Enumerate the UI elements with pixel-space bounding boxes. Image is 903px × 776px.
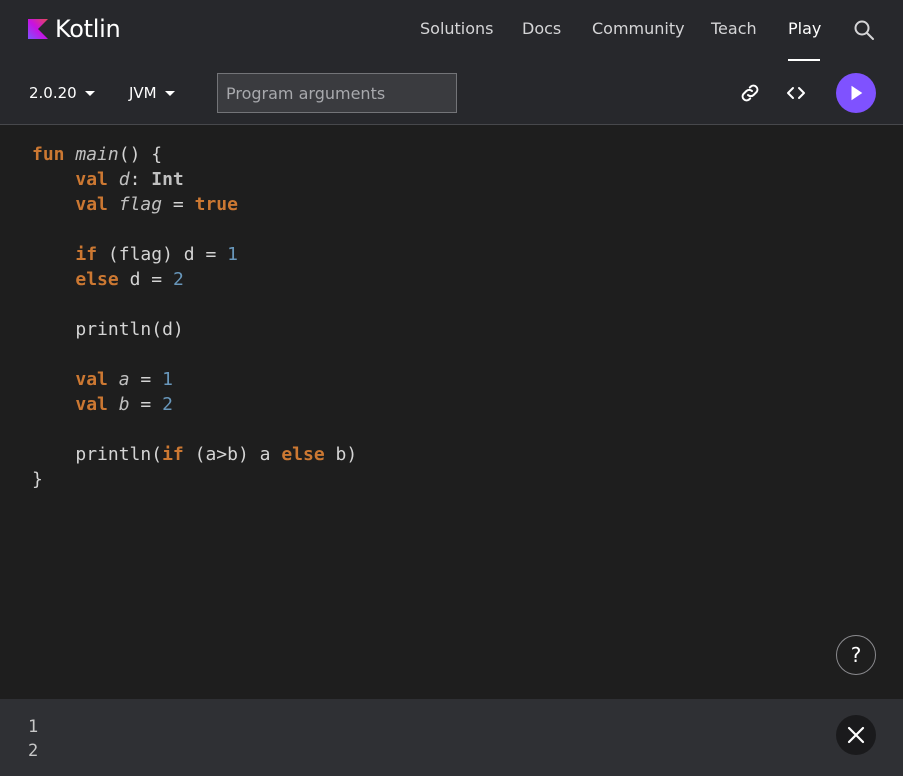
code-line[interactable]: val b = 2: [32, 392, 357, 417]
nav-item-docs[interactable]: Docs: [522, 19, 561, 39]
nav-item-teach[interactable]: Teach: [711, 19, 757, 39]
code-editor[interactable]: fun main() { val d: Int val flag = true …: [0, 126, 903, 699]
run-button[interactable]: [836, 73, 876, 113]
caret-down-icon: [84, 90, 95, 96]
kotlin-logo[interactable]: Kotlin: [28, 14, 121, 44]
output-line: 1: [28, 717, 39, 737]
nav-item-community[interactable]: Community: [592, 19, 685, 39]
code-line[interactable]: val flag = true: [32, 192, 357, 217]
code-line[interactable]: val d: Int: [32, 167, 357, 192]
nav-item-play[interactable]: Play: [788, 19, 821, 39]
output-line: 2: [28, 741, 39, 761]
version-dropdown[interactable]: 2.0.20: [29, 83, 95, 103]
brand-name: Kotlin: [55, 15, 121, 43]
code-line[interactable]: else d = 2: [32, 267, 357, 292]
nav-item-solutions[interactable]: Solutions: [420, 19, 494, 39]
code-line[interactable]: println(d): [32, 317, 357, 342]
help-button[interactable]: ?: [836, 635, 876, 675]
code-line[interactable]: println(if (a>b) a else b): [32, 442, 357, 467]
code-line[interactable]: [32, 217, 357, 242]
target-dropdown[interactable]: JVM: [129, 83, 175, 103]
code-line[interactable]: fun main() {: [32, 142, 357, 167]
program-arguments-input[interactable]: [217, 73, 457, 113]
kotlin-logo-icon: [28, 19, 48, 39]
version-value: 2.0.20: [29, 84, 77, 102]
output-panel: 12: [0, 699, 903, 776]
code-line[interactable]: [32, 342, 357, 367]
close-icon: [847, 726, 865, 744]
caret-down-icon: [164, 90, 175, 96]
playground-toolbar: 2.0.20 JVM: [0, 61, 903, 125]
code-content[interactable]: fun main() { val d: Int val flag = true …: [32, 142, 357, 492]
top-navigation: Kotlin Solutions Docs Community Teach Pl…: [0, 0, 903, 61]
play-icon: [851, 85, 863, 101]
code-brackets-icon[interactable]: [784, 81, 808, 105]
code-line[interactable]: }: [32, 467, 357, 492]
code-line[interactable]: val a = 1: [32, 367, 357, 392]
target-value: JVM: [129, 84, 157, 102]
code-line[interactable]: [32, 417, 357, 442]
close-output-button[interactable]: [836, 715, 876, 755]
code-line[interactable]: if (flag) d = 1: [32, 242, 357, 267]
search-icon[interactable]: [852, 18, 876, 42]
output-text: 12: [28, 715, 38, 763]
link-icon[interactable]: [738, 81, 762, 105]
code-line[interactable]: [32, 292, 357, 317]
